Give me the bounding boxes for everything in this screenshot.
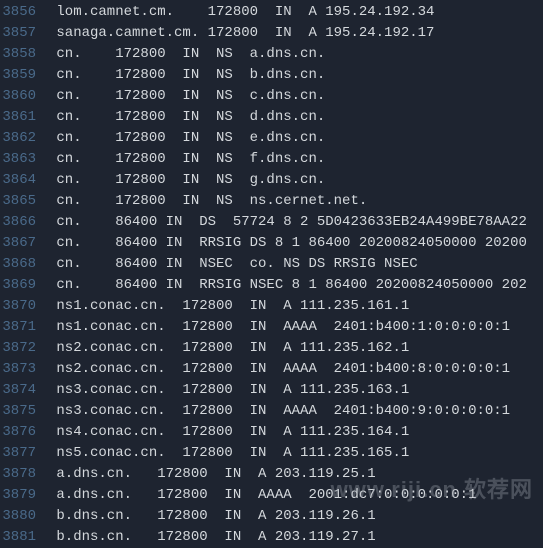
code-line: 3860 cn. 172800 IN NS c.dns.cn. bbox=[0, 86, 543, 107]
line-content: ns1.conac.cn. 172800 IN AAAA 2401:b400:1… bbox=[48, 317, 510, 338]
line-content: cn. 172800 IN NS g.dns.cn. bbox=[48, 170, 325, 191]
line-number: 3858 bbox=[0, 44, 48, 65]
code-line: 3875 ns3.conac.cn. 172800 IN AAAA 2401:b… bbox=[0, 401, 543, 422]
line-content: cn. 86400 IN DS 57724 8 2 5D0423633EB24A… bbox=[48, 212, 527, 233]
code-view: 3856 lom.camnet.cm. 172800 IN A 195.24.1… bbox=[0, 0, 543, 548]
line-number: 3868 bbox=[0, 254, 48, 275]
line-number: 3864 bbox=[0, 170, 48, 191]
line-number: 3872 bbox=[0, 338, 48, 359]
line-number: 3865 bbox=[0, 191, 48, 212]
code-line: 3861 cn. 172800 IN NS d.dns.cn. bbox=[0, 107, 543, 128]
line-content: b.dns.cn. 172800 IN A 203.119.26.1 bbox=[48, 506, 376, 527]
line-number: 3879 bbox=[0, 485, 48, 506]
code-line: 3856 lom.camnet.cm. 172800 IN A 195.24.1… bbox=[0, 2, 543, 23]
line-number: 3876 bbox=[0, 422, 48, 443]
code-line: 3866 cn. 86400 IN DS 57724 8 2 5D0423633… bbox=[0, 212, 543, 233]
line-content: cn. 172800 IN NS b.dns.cn. bbox=[48, 65, 325, 86]
line-content: cn. 86400 IN RRSIG DS 8 1 86400 20200824… bbox=[48, 233, 527, 254]
line-number: 3860 bbox=[0, 86, 48, 107]
code-line: 3865 cn. 172800 IN NS ns.cernet.net. bbox=[0, 191, 543, 212]
code-line: 3868 cn. 86400 IN NSEC co. NS DS RRSIG N… bbox=[0, 254, 543, 275]
code-line: 3862 cn. 172800 IN NS e.dns.cn. bbox=[0, 128, 543, 149]
line-number: 3857 bbox=[0, 23, 48, 44]
line-content: ns3.conac.cn. 172800 IN AAAA 2401:b400:9… bbox=[48, 401, 510, 422]
code-line: 3873 ns2.conac.cn. 172800 IN AAAA 2401:b… bbox=[0, 359, 543, 380]
line-number: 3874 bbox=[0, 380, 48, 401]
code-line: 3878 a.dns.cn. 172800 IN A 203.119.25.1 bbox=[0, 464, 543, 485]
line-content: ns3.conac.cn. 172800 IN A 111.235.163.1 bbox=[48, 380, 409, 401]
line-content: a.dns.cn. 172800 IN A 203.119.25.1 bbox=[48, 464, 376, 485]
line-content: ns1.conac.cn. 172800 IN A 111.235.161.1 bbox=[48, 296, 409, 317]
line-content: ns2.conac.cn. 172800 IN AAAA 2401:b400:8… bbox=[48, 359, 510, 380]
line-content: cn. 86400 IN RRSIG NSEC 8 1 86400 202008… bbox=[48, 275, 527, 296]
line-number: 3867 bbox=[0, 233, 48, 254]
code-line: 3881 b.dns.cn. 172800 IN A 203.119.27.1 bbox=[0, 527, 543, 548]
code-line: 3880 b.dns.cn. 172800 IN A 203.119.26.1 bbox=[0, 506, 543, 527]
line-number: 3878 bbox=[0, 464, 48, 485]
line-content: ns2.conac.cn. 172800 IN A 111.235.162.1 bbox=[48, 338, 409, 359]
line-number: 3881 bbox=[0, 527, 48, 548]
line-content: lom.camnet.cm. 172800 IN A 195.24.192.34 bbox=[48, 2, 434, 23]
line-number: 3866 bbox=[0, 212, 48, 233]
line-number: 3863 bbox=[0, 149, 48, 170]
line-number: 3880 bbox=[0, 506, 48, 527]
code-line: 3857 sanaga.camnet.cm. 172800 IN A 195.2… bbox=[0, 23, 543, 44]
code-line: 3876 ns4.conac.cn. 172800 IN A 111.235.1… bbox=[0, 422, 543, 443]
line-number: 3862 bbox=[0, 128, 48, 149]
line-number: 3869 bbox=[0, 275, 48, 296]
code-line: 3863 cn. 172800 IN NS f.dns.cn. bbox=[0, 149, 543, 170]
line-content: cn. 172800 IN NS c.dns.cn. bbox=[48, 86, 325, 107]
code-line: 3870 ns1.conac.cn. 172800 IN A 111.235.1… bbox=[0, 296, 543, 317]
code-line: 3867 cn. 86400 IN RRSIG DS 8 1 86400 202… bbox=[0, 233, 543, 254]
line-number: 3875 bbox=[0, 401, 48, 422]
line-number: 3856 bbox=[0, 2, 48, 23]
line-content: a.dns.cn. 172800 IN AAAA 2001:dc7:0:0:0:… bbox=[48, 485, 476, 506]
line-content: cn. 172800 IN NS ns.cernet.net. bbox=[48, 191, 367, 212]
line-number: 3859 bbox=[0, 65, 48, 86]
code-line: 3871 ns1.conac.cn. 172800 IN AAAA 2401:b… bbox=[0, 317, 543, 338]
line-number: 3877 bbox=[0, 443, 48, 464]
line-content: sanaga.camnet.cm. 172800 IN A 195.24.192… bbox=[48, 23, 434, 44]
code-line: 3858 cn. 172800 IN NS a.dns.cn. bbox=[0, 44, 543, 65]
line-content: cn. 86400 IN NSEC co. NS DS RRSIG NSEC bbox=[48, 254, 418, 275]
code-line: 3879 a.dns.cn. 172800 IN AAAA 2001:dc7:0… bbox=[0, 485, 543, 506]
code-line: 3874 ns3.conac.cn. 172800 IN A 111.235.1… bbox=[0, 380, 543, 401]
line-content: cn. 172800 IN NS e.dns.cn. bbox=[48, 128, 325, 149]
line-content: b.dns.cn. 172800 IN A 203.119.27.1 bbox=[48, 527, 376, 548]
code-line: 3869 cn. 86400 IN RRSIG NSEC 8 1 86400 2… bbox=[0, 275, 543, 296]
line-number: 3873 bbox=[0, 359, 48, 380]
line-number: 3861 bbox=[0, 107, 48, 128]
line-content: cn. 172800 IN NS f.dns.cn. bbox=[48, 149, 325, 170]
line-content: cn. 172800 IN NS a.dns.cn. bbox=[48, 44, 325, 65]
code-line: 3864 cn. 172800 IN NS g.dns.cn. bbox=[0, 170, 543, 191]
line-content: ns4.conac.cn. 172800 IN A 111.235.164.1 bbox=[48, 422, 409, 443]
line-content: cn. 172800 IN NS d.dns.cn. bbox=[48, 107, 325, 128]
line-number: 3871 bbox=[0, 317, 48, 338]
line-content: ns5.conac.cn. 172800 IN A 111.235.165.1 bbox=[48, 443, 409, 464]
code-line: 3877 ns5.conac.cn. 172800 IN A 111.235.1… bbox=[0, 443, 543, 464]
code-line: 3859 cn. 172800 IN NS b.dns.cn. bbox=[0, 65, 543, 86]
code-line: 3872 ns2.conac.cn. 172800 IN A 111.235.1… bbox=[0, 338, 543, 359]
line-number: 3870 bbox=[0, 296, 48, 317]
